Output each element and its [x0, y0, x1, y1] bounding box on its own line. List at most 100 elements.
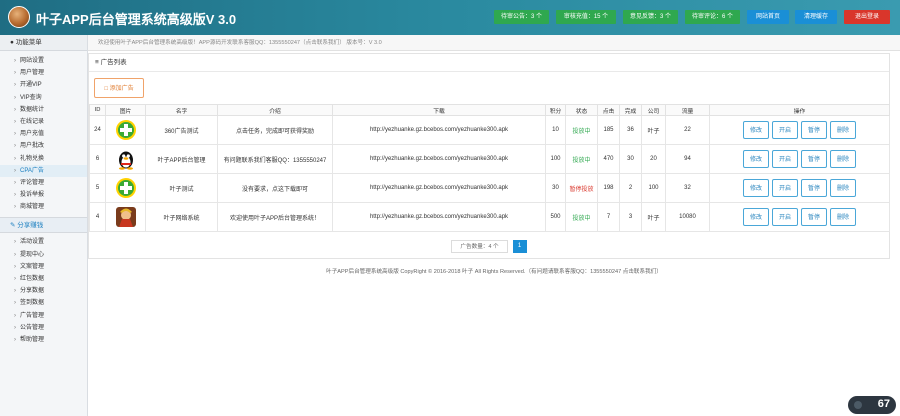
pause-button[interactable]: 暂停 [801, 150, 827, 168]
column-header: 介绍 [217, 104, 333, 116]
pause-button[interactable]: 暂停 [801, 121, 827, 139]
sidebar-item[interactable]: 广告管理 [0, 310, 87, 322]
edit-button[interactable]: 修改 [743, 121, 769, 139]
cell-points: 100 [545, 144, 566, 174]
cell-ops: 修改 开启 暂停 删除 [709, 144, 890, 174]
sidebar-item[interactable]: 提现中心 [0, 249, 87, 261]
clear-cache-button[interactable]: 清理缓存 [795, 10, 837, 24]
sidebar-item[interactable]: 礼物兑换 [0, 153, 87, 165]
column-header: 积分 [545, 104, 566, 116]
cell-flow: 22 [665, 115, 710, 145]
column-header: 流量 [665, 104, 710, 116]
cell-intro: 没有要求，点这下载即可 [217, 173, 333, 203]
enable-button[interactable]: 开启 [772, 150, 798, 168]
cell-clicks: 7 [597, 202, 620, 232]
site-home-button[interactable]: 网站首页 [747, 10, 789, 24]
cell-clicks: 185 [597, 115, 620, 145]
cell-done: 3 [619, 202, 642, 232]
sidebar-item[interactable]: 文案管理 [0, 261, 87, 273]
cell-done: 36 [619, 115, 642, 145]
column-header: 公司 [641, 104, 666, 116]
cell-flow: 32 [665, 173, 710, 203]
cell-done: 30 [619, 144, 642, 174]
table-row: 6 叶子APP后台管理 有问题联系我们客服QQ：1355550247 http:… [89, 144, 890, 174]
pending-recharge-button[interactable]: 审核充值：15 个 [556, 10, 616, 24]
floating-speed-widget[interactable]: 67 [848, 396, 896, 414]
sidebar-item[interactable]: 在线记录 [0, 116, 87, 128]
cell-name: 叶子APP后台管理 [145, 144, 218, 174]
panel-title: ≡ 广告列表 [89, 54, 889, 72]
page-1-button[interactable]: 1 [512, 240, 527, 253]
sidebar-item[interactable]: 用户批改 [0, 140, 87, 152]
column-header: 状态 [565, 104, 598, 116]
add-ad-button[interactable]: □ 添加广告 [94, 78, 144, 98]
footer-copyright: 叶子APP后台管理系统高级版 CopyRight © 2016-2018 叶子 … [326, 269, 662, 275]
cell-status: 投放中 [565, 144, 598, 174]
sidebar-item[interactable]: 商城管理 [0, 201, 87, 213]
ad-table: ID 图片 名字 介绍 下载 积分 状态 点击 完成 公司 流量 操作 24 3… [89, 104, 890, 232]
sidebar-item[interactable]: 开通VIP [0, 79, 87, 91]
cell-points: 500 [545, 202, 566, 232]
delete-button[interactable]: 删除 [830, 179, 856, 197]
sidebar-item[interactable]: 帮助管理 [0, 334, 87, 346]
cell-intro: 欢迎使用叶子APP后台管理系统！ [217, 202, 333, 232]
enable-button[interactable]: 开启 [772, 208, 798, 226]
cell-download-url: http://yezhuanke.gz.bcebos.com/yezhuanke… [332, 173, 546, 203]
sidebar-group-share[interactable]: ✎ 分享赚钱 [0, 217, 87, 234]
pause-button[interactable]: 暂停 [801, 208, 827, 226]
delete-button[interactable]: 删除 [830, 208, 856, 226]
feedback-button[interactable]: 意见反馈：3 个 [623, 10, 678, 24]
cell-company: 叶子 [641, 115, 666, 145]
sidebar-header: ● 功能菜单 [0, 35, 87, 51]
delete-button[interactable]: 删除 [830, 121, 856, 139]
edit-button[interactable]: 修改 [743, 150, 769, 168]
sidebar-item[interactable]: 用户充值 [0, 128, 87, 140]
table-row: 5 叶子测试 没有要求，点这下载即可 http://yezhuanke.gz.b… [89, 173, 890, 203]
column-header: 名字 [145, 104, 218, 116]
edit-button[interactable]: 修改 [743, 208, 769, 226]
cell-company: 叶子 [641, 202, 666, 232]
sidebar-item[interactable]: 网站设置 [0, 55, 87, 67]
cell-clicks: 198 [597, 173, 620, 203]
enable-button[interactable]: 开启 [772, 121, 798, 139]
cell-points: 30 [545, 173, 566, 203]
cell-status: 暂停投放 [565, 173, 598, 203]
cell-done: 2 [619, 173, 642, 203]
table-row: 4 叶子网络系统 欢迎使用叶子APP后台管理系统！ http://yezhuan… [89, 202, 890, 232]
sidebar-item[interactable]: VIP查询 [0, 92, 87, 104]
cell-flow: 94 [665, 144, 710, 174]
edit-button[interactable]: 修改 [743, 179, 769, 197]
logout-button[interactable]: 退出登录 [844, 10, 890, 24]
sidebar-item[interactable]: 签到数据 [0, 297, 87, 309]
cell-intro: 有问题联系我们客服QQ：1355550247 [217, 144, 333, 174]
cell-image [105, 144, 146, 174]
column-header: 下载 [332, 104, 546, 116]
cell-image [105, 173, 146, 203]
pending-comments-button[interactable]: 待审评论：6 个 [685, 10, 740, 24]
enable-button[interactable]: 开启 [772, 179, 798, 197]
column-header: 图片 [105, 104, 146, 116]
ad-list-panel: ≡ 广告列表 □ 添加广告 ID 图片 名字 介绍 下载 积分 状态 点击 完成… [88, 53, 890, 259]
sidebar-item[interactable]: 用户管理 [0, 67, 87, 79]
sidebar-item[interactable]: 投诉举报 [0, 189, 87, 201]
cell-status: 投放中 [565, 202, 598, 232]
pause-button[interactable]: 暂停 [801, 179, 827, 197]
sidebar-item[interactable]: 红包数据 [0, 273, 87, 285]
cell-name: 叶子网络系统 [145, 202, 218, 232]
delete-button[interactable]: 删除 [830, 150, 856, 168]
sidebar-item[interactable]: 活动设置 [0, 236, 87, 248]
sidebar-item[interactable]: 分享数据 [0, 285, 87, 297]
cell-id: 6 [89, 144, 106, 174]
sidebar-item[interactable]: 评论管理 [0, 177, 87, 189]
green-plus-icon [115, 178, 136, 198]
sidebar-item[interactable]: 数据统计 [0, 104, 87, 116]
qq-penguin-icon [118, 151, 133, 170]
sidebar-item[interactable]: 公告管理 [0, 322, 87, 334]
cell-id: 4 [89, 202, 106, 232]
pending-announcements-button[interactable]: 待审公告：3 个 [494, 10, 549, 24]
ad-count: 广告数量：4 个 [451, 240, 508, 253]
cell-download-url: http://yezhuanke.gz.bcebos.com/yezhuanke… [332, 115, 546, 145]
sidebar-item-cpa-ads[interactable]: CPA广告 [0, 164, 87, 177]
cell-intro: 点击任务，完成即可获得奖励 [217, 115, 333, 145]
cell-ops: 修改 开启 暂停 删除 [709, 173, 890, 203]
